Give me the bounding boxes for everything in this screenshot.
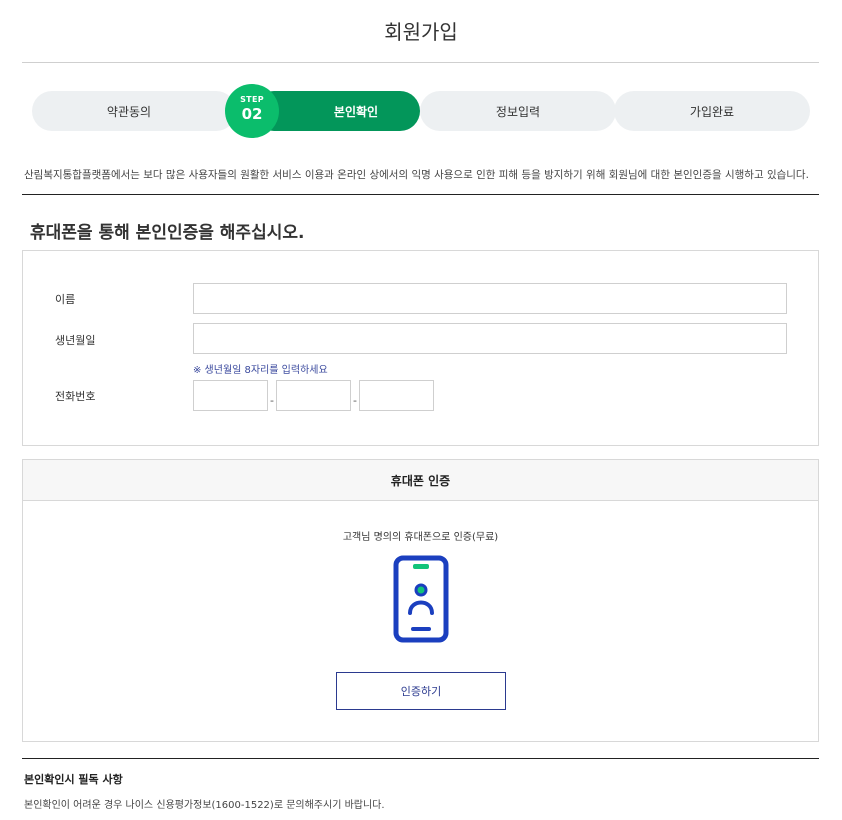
title-divider — [22, 62, 819, 63]
step-terms: 약관동의 — [32, 91, 236, 131]
birth-input[interactable] — [193, 323, 787, 354]
phone-input-3[interactable] — [359, 380, 434, 411]
page-title: 회원가입 — [384, 20, 458, 44]
active-step-badge: STEP 02 — [225, 84, 279, 138]
step-info-input: 정보입력 — [420, 91, 616, 131]
phone-input-2[interactable] — [276, 380, 351, 411]
verify-button[interactable]: 인증하기 — [336, 672, 506, 710]
phone-auth-panel: 휴대폰 인증 고객님 명의의 휴대폰으로 인증(무료) 인증하기 — [22, 459, 819, 742]
phone-auth-title: 휴대폰 인증 — [23, 460, 818, 501]
birth-hint: ※ 생년월일 8자리를 입력하세요 — [193, 365, 328, 376]
identity-form: 이름 생년월일 ※ 생년월일 8자리를 입력하세요 전화번호 - - — [22, 250, 819, 446]
step-complete: 가입완료 — [614, 91, 810, 131]
step-badge-number: 02 — [241, 105, 263, 123]
notice-title: 본인확인시 필독 사항 — [24, 773, 123, 786]
section-heading: 휴대폰을 통해 본인인증을 해주십시오. — [30, 223, 305, 243]
phone-label: 전화번호 — [55, 390, 96, 403]
step-badge-label: STEP — [240, 95, 264, 104]
phone-separator: - — [270, 394, 274, 407]
signup-steps: 약관동의 정보입력 가입완료 본인확인 STEP 02 — [32, 84, 810, 138]
notice-divider — [22, 758, 819, 759]
birth-label: 생년월일 — [55, 334, 96, 347]
phone-input-1[interactable] — [193, 380, 268, 411]
phone-separator: - — [353, 394, 357, 407]
mobile-phone-person-icon — [393, 555, 449, 643]
phone-auth-description: 고객님 명의의 휴대폰으로 인증(무료) — [342, 532, 499, 543]
name-label: 이름 — [55, 293, 76, 306]
intro-text: 산림복지통합플랫폼에서는 보다 많은 사용자들의 원활한 서비스 이용과 온라인… — [24, 169, 809, 181]
notice-text: 본인확인이 어려운 경우 나이스 신용평가정보(1600-1522)로 문의해주… — [24, 800, 385, 811]
intro-divider — [22, 194, 819, 195]
name-input[interactable] — [193, 283, 787, 314]
